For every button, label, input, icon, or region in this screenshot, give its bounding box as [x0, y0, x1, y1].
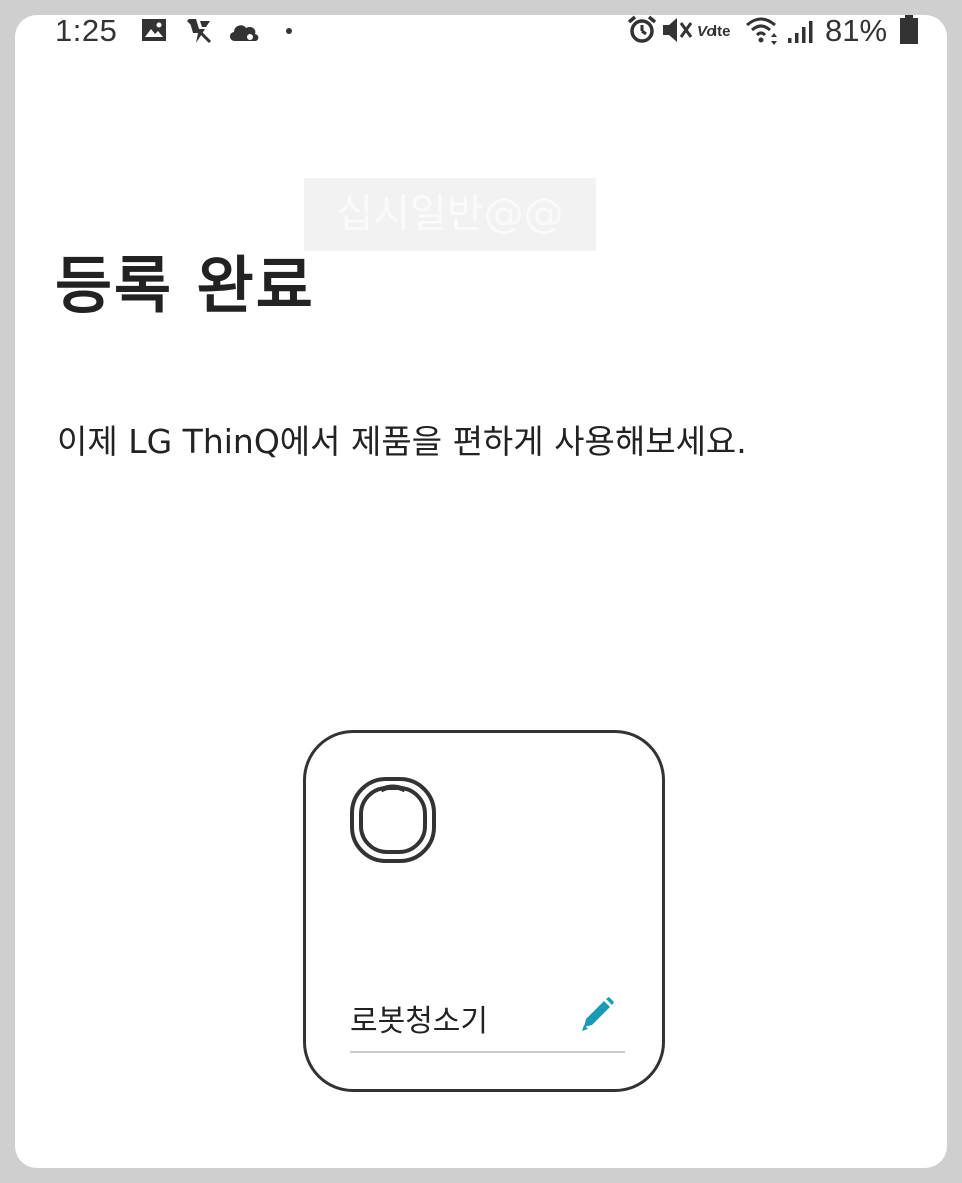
battery-percentage: 81% — [825, 15, 888, 48]
completion-message: 이제 LG ThinQ에서 제품을 편하게 사용해보세요. — [57, 422, 747, 461]
mute-icon — [663, 18, 693, 42]
device-name-field[interactable]: 로봇청소기 — [350, 996, 488, 1040]
alarm-icon — [627, 15, 657, 43]
cloud-icon — [229, 25, 259, 41]
watermark-overlay: 십시일반@@ — [304, 178, 596, 251]
gallery-icon — [142, 19, 166, 41]
battery-icon — [900, 15, 918, 44]
svg-text:lte: lte — [713, 23, 731, 40]
robot-vacuum-icon — [350, 777, 436, 863]
volte-icon: Vo lte — [697, 23, 731, 40]
status-bar: 1:25 Vo lte 81% — [15, 15, 947, 55]
status-time: 1:25 — [55, 15, 118, 48]
page-title: 등록 완료 — [55, 249, 315, 322]
wifi-icon — [746, 17, 777, 45]
name-field-underline — [350, 1051, 625, 1053]
signal-icon — [788, 21, 813, 43]
pencil-icon[interactable] — [578, 995, 616, 1033]
app-screen: 1:25 Vo lte 81% 십시일반@@ 등록 완료 이제 LG ThinQ… — [15, 15, 947, 1168]
dot-icon — [286, 28, 292, 34]
device-card: 로봇청소기 — [303, 730, 665, 1092]
no-flash-icon — [186, 18, 212, 44]
